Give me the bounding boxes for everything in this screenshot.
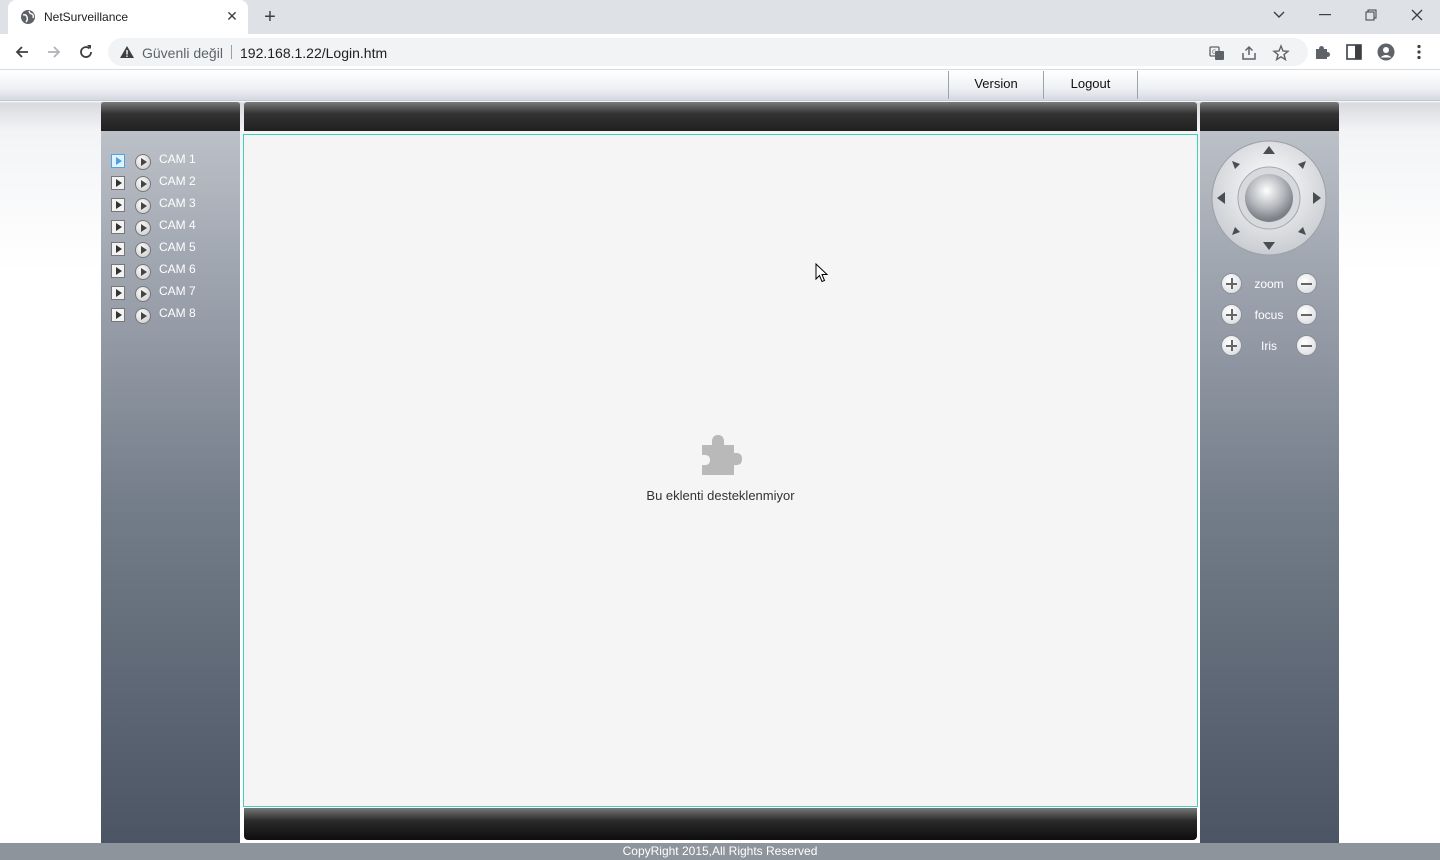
side-panel-icon[interactable] bbox=[1345, 43, 1363, 61]
play-icon[interactable] bbox=[111, 242, 125, 256]
camera-panel-header bbox=[101, 102, 240, 131]
close-window-icon[interactable] bbox=[1394, 0, 1440, 30]
zoom-in-button[interactable] bbox=[1221, 273, 1242, 294]
camera-item-3[interactable]: CAM 3 bbox=[110, 196, 235, 218]
camera-item-2[interactable]: CAM 2 bbox=[110, 174, 235, 196]
open-stream-icon[interactable] bbox=[135, 220, 151, 236]
iris-close-button[interactable] bbox=[1296, 335, 1317, 356]
ptz-control-panel: zoom focus Iris bbox=[1200, 102, 1339, 843]
camera-label[interactable]: CAM 4 bbox=[159, 218, 196, 232]
play-icon[interactable] bbox=[111, 264, 125, 278]
focus-label: focus bbox=[1254, 308, 1284, 322]
url-separator bbox=[231, 45, 232, 59]
open-stream-icon[interactable] bbox=[135, 264, 151, 280]
browser-tab[interactable]: NetSurveillance ✕ bbox=[8, 0, 248, 34]
forward-icon[interactable] bbox=[40, 38, 68, 66]
play-icon[interactable] bbox=[111, 198, 125, 212]
top-navigation: Version Logout bbox=[0, 71, 1440, 101]
svg-text:G: G bbox=[1212, 49, 1217, 56]
share-icon[interactable] bbox=[1240, 44, 1258, 62]
camera-label[interactable]: CAM 1 bbox=[159, 152, 196, 166]
more-menu-icon[interactable] bbox=[1410, 43, 1428, 61]
zoom-control: zoom bbox=[1200, 273, 1339, 297]
viewer-footer bbox=[244, 808, 1197, 840]
open-stream-icon[interactable] bbox=[135, 176, 151, 192]
security-label[interactable]: Güvenli değil bbox=[142, 45, 223, 61]
close-tab-icon[interactable]: ✕ bbox=[224, 8, 240, 24]
camera-label[interactable]: CAM 6 bbox=[159, 262, 196, 276]
focus-in-button[interactable] bbox=[1221, 304, 1242, 325]
browser-toolbar: Güvenli değil 192.168.1.22/Login.htm G bbox=[0, 34, 1440, 70]
iris-label: Iris bbox=[1261, 339, 1277, 353]
new-tab-icon[interactable]: + bbox=[258, 5, 282, 29]
tab-search-icon[interactable] bbox=[1256, 0, 1302, 30]
ptz-panel-header bbox=[1200, 102, 1339, 131]
open-stream-icon[interactable] bbox=[135, 198, 151, 214]
video-viewer[interactable]: Bu eklenti desteklenmiyor bbox=[243, 134, 1198, 807]
ptz-joystick[interactable] bbox=[1211, 140, 1327, 256]
focus-out-button[interactable] bbox=[1296, 304, 1317, 325]
bookmark-star-icon[interactable] bbox=[1272, 44, 1290, 62]
camera-label[interactable]: CAM 3 bbox=[159, 196, 196, 210]
footer-bar: CopyRight 2015,All Rights Reserved bbox=[0, 843, 1440, 860]
play-icon[interactable] bbox=[111, 286, 125, 300]
url-text[interactable]: 192.168.1.22/Login.htm bbox=[240, 45, 387, 61]
tab-title: NetSurveillance bbox=[44, 10, 129, 24]
plugin-unsupported-message: Bu eklenti desteklenmiyor bbox=[646, 488, 795, 503]
iris-control: Iris bbox=[1200, 335, 1339, 359]
camera-list-panel: CAM 1 CAM 2 CAM 3 CAM 4 CAM 5 CAM 6 CAM … bbox=[101, 102, 240, 843]
play-icon[interactable] bbox=[111, 220, 125, 234]
profile-avatar-icon[interactable] bbox=[1377, 43, 1395, 61]
focus-control: focus bbox=[1200, 304, 1339, 328]
iris-open-button[interactable] bbox=[1221, 335, 1242, 356]
open-stream-icon[interactable] bbox=[135, 286, 151, 302]
web-page: Version Logout CAM 1 CAM 2 CAM 3 CAM 4 C… bbox=[0, 71, 1440, 860]
play-icon[interactable] bbox=[111, 176, 125, 190]
camera-label[interactable]: CAM 5 bbox=[159, 240, 196, 254]
address-bar[interactable]: Güvenli değil 192.168.1.22/Login.htm G bbox=[108, 38, 1308, 66]
browser-tab-strip: NetSurveillance ✕ + bbox=[0, 0, 1440, 34]
zoom-out-button[interactable] bbox=[1296, 273, 1317, 294]
warning-icon bbox=[120, 46, 134, 58]
mouse-cursor-icon bbox=[815, 263, 829, 283]
minimize-icon[interactable] bbox=[1302, 0, 1348, 30]
open-stream-icon[interactable] bbox=[135, 242, 151, 258]
zoom-label: zoom bbox=[1254, 277, 1284, 291]
reload-icon[interactable] bbox=[72, 38, 100, 66]
puzzle-plugin-icon bbox=[702, 435, 742, 475]
camera-item-4[interactable]: CAM 4 bbox=[110, 218, 235, 240]
camera-label[interactable]: CAM 8 bbox=[159, 306, 196, 320]
copyright-text: CopyRight 2015,All Rights Reserved bbox=[622, 844, 818, 858]
play-icon[interactable] bbox=[111, 308, 125, 322]
open-stream-icon[interactable] bbox=[135, 154, 151, 170]
back-icon[interactable] bbox=[8, 38, 36, 66]
translate-icon[interactable]: G bbox=[1208, 44, 1226, 62]
camera-item-1[interactable]: CAM 1 bbox=[110, 152, 235, 174]
viewer-header bbox=[244, 102, 1197, 131]
camera-label[interactable]: CAM 7 bbox=[159, 284, 196, 298]
extensions-icon[interactable] bbox=[1313, 43, 1331, 61]
version-link[interactable]: Version bbox=[948, 71, 1043, 99]
play-icon[interactable] bbox=[111, 154, 125, 168]
restore-icon[interactable] bbox=[1348, 0, 1394, 30]
camera-label[interactable]: CAM 2 bbox=[159, 174, 196, 188]
camera-item-5[interactable]: CAM 5 bbox=[110, 240, 235, 262]
logout-link[interactable]: Logout bbox=[1043, 71, 1138, 99]
camera-item-6[interactable]: CAM 6 bbox=[110, 262, 235, 284]
camera-item-7[interactable]: CAM 7 bbox=[110, 284, 235, 306]
camera-item-8[interactable]: CAM 8 bbox=[110, 306, 235, 328]
open-stream-icon[interactable] bbox=[135, 308, 151, 324]
globe-icon bbox=[21, 10, 35, 24]
